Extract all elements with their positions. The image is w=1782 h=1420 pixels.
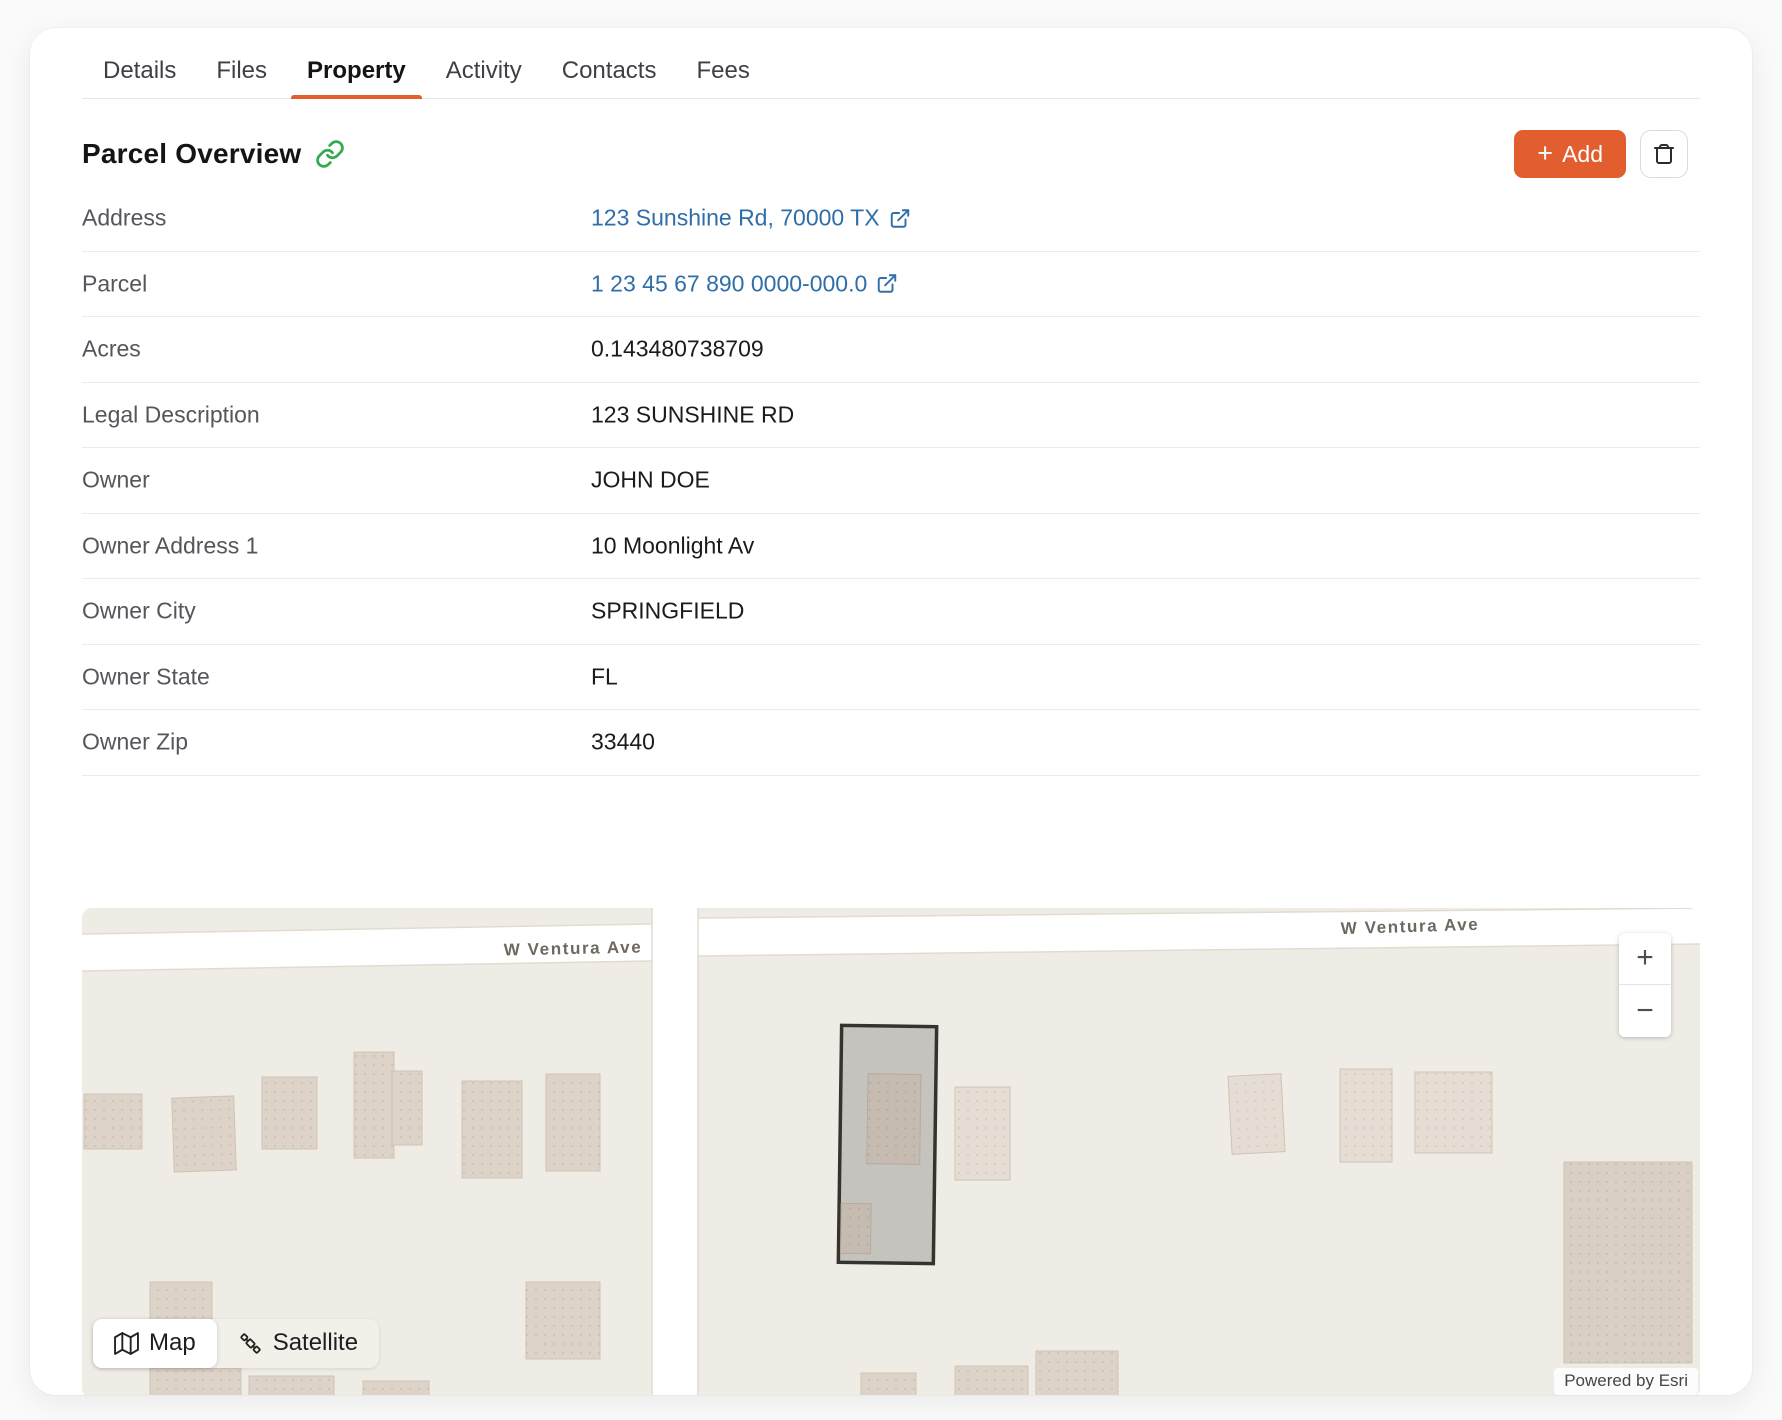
add-button[interactable]: + Add <box>1514 130 1626 178</box>
field-value: 10 Moonlight Av <box>591 532 754 559</box>
field-value: SPRINGFIELD <box>591 598 744 625</box>
field-row: Owner Zip 33440 <box>82 710 1700 776</box>
tab-contacts[interactable]: Contacts <box>562 56 657 98</box>
field-label: Owner Address 1 <box>82 532 258 559</box>
field-value-text: 10 Moonlight Av <box>591 532 754 559</box>
field-label: Owner Zip <box>82 729 188 756</box>
external-link-icon <box>876 273 898 295</box>
map-layer-button[interactable]: Map <box>93 1319 217 1368</box>
section-header: Parcel Overview + Add <box>82 129 1688 179</box>
tab-label: Files <box>216 57 267 84</box>
tab-label: Property <box>307 57 406 84</box>
page-title: Parcel Overview <box>82 138 301 170</box>
parcel-highlight <box>838 1025 936 1263</box>
tab-label: Activity <box>446 57 522 84</box>
tab-label: Details <box>103 57 176 84</box>
field-value-text: 1 23 45 67 890 0000-000.0 <box>591 270 867 297</box>
zoom-in-button[interactable]: + <box>1619 933 1671 986</box>
field-value-text: SPRINGFIELD <box>591 598 744 625</box>
field-value: JOHN DOE <box>591 467 710 494</box>
map-layer-label: Map <box>149 1329 196 1357</box>
field-row: Acres 0.143480738709 <box>82 317 1700 383</box>
tab-fees[interactable]: Fees <box>696 56 749 98</box>
tab-activity[interactable]: Activity <box>446 56 522 98</box>
field-row: Owner City SPRINGFIELD <box>82 579 1700 645</box>
field-label: Owner State <box>82 663 210 690</box>
delete-button[interactable] <box>1640 130 1688 178</box>
tab-details[interactable]: Details <box>103 56 176 98</box>
tab-bar: Details Files Property Activity Contacts… <box>82 28 1700 99</box>
field-value-text: FL <box>591 663 618 690</box>
link-icon <box>315 139 345 169</box>
tab-files[interactable]: Files <box>216 56 267 98</box>
field-row: Parcel 1 23 45 67 890 0000-000.0 <box>82 252 1700 318</box>
satellite-layer-button[interactable]: Satellite <box>217 1319 379 1368</box>
field-value-text: JOHN DOE <box>591 467 710 494</box>
map-zoom-control: + − <box>1619 933 1671 1037</box>
field-value-link[interactable]: 123 Sunshine Rd, 70000 TX <box>591 205 911 232</box>
trash-icon <box>1652 142 1676 166</box>
field-label: Owner <box>82 467 150 494</box>
field-value: 33440 <box>591 729 655 756</box>
tab-label: Contacts <box>562 57 657 84</box>
field-label: Owner City <box>82 598 196 625</box>
field-value-link[interactable]: 1 23 45 67 890 0000-000.0 <box>591 270 898 297</box>
property-panel: Details Files Property Activity Contacts… <box>30 28 1752 1395</box>
field-label: Parcel <box>82 270 147 297</box>
field-row: Owner Address 1 10 Moonlight Av <box>82 514 1700 580</box>
external-link-icon <box>889 207 911 229</box>
satellite-layer-label: Satellite <box>273 1329 358 1357</box>
field-value-text: 123 SUNSHINE RD <box>591 401 794 428</box>
field-value-text: 123 Sunshine Rd, 70000 TX <box>591 205 880 232</box>
zoom-out-button[interactable]: − <box>1619 985 1671 1037</box>
field-row: Owner State FL <box>82 645 1700 711</box>
add-button-label: Add <box>1562 141 1603 168</box>
field-label: Address <box>82 205 166 232</box>
field-row: Address 123 Sunshine Rd, 70000 TX <box>82 186 1700 252</box>
map-icon <box>114 1331 139 1356</box>
field-value-text: 0.143480738709 <box>591 336 764 363</box>
tab-label: Fees <box>696 57 749 84</box>
field-row: Legal Description 123 SUNSHINE RD <box>82 383 1700 449</box>
satellite-icon <box>238 1331 263 1356</box>
map-attribution[interactable]: Powered by Esri <box>1554 1368 1698 1395</box>
street-label-left: W Ventura Ave <box>504 937 643 959</box>
map-layer-control: Map Satellite <box>93 1319 379 1368</box>
parcel-map[interactable]: W Ventura Ave W Ventura Ave + − Map <box>82 908 1700 1396</box>
field-value-text: 33440 <box>591 729 655 756</box>
field-value: 123 SUNSHINE RD <box>591 401 794 428</box>
field-value: 0.143480738709 <box>591 336 764 363</box>
tab-property[interactable]: Property <box>307 56 406 98</box>
field-value: FL <box>591 663 618 690</box>
field-label: Legal Description <box>82 401 260 428</box>
field-label: Acres <box>82 336 141 363</box>
parcel-fields: Address 123 Sunshine Rd, 70000 TX Parcel… <box>82 186 1700 776</box>
plus-icon: + <box>1537 140 1553 167</box>
field-row: Owner JOHN DOE <box>82 448 1700 514</box>
